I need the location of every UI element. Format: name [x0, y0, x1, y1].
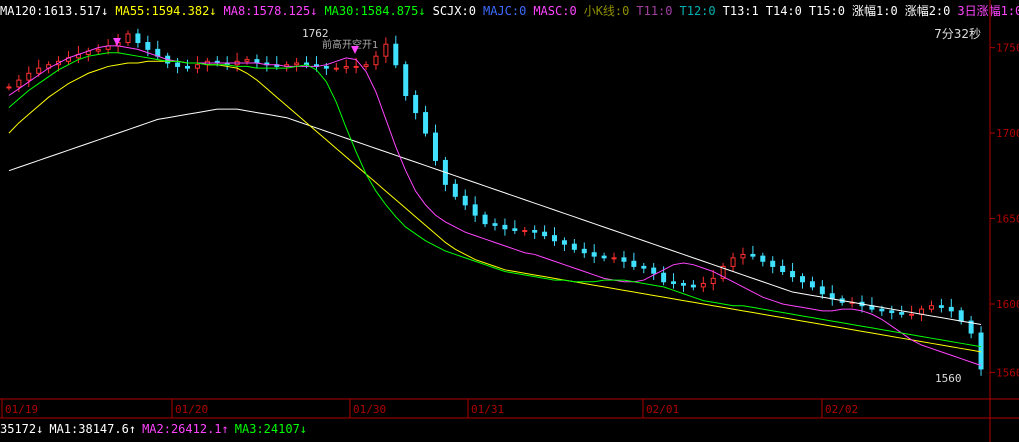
candle-body-14	[145, 42, 151, 50]
candle-body-48	[482, 214, 488, 225]
candle-body-29	[294, 62, 300, 66]
candle-body-66	[661, 272, 667, 283]
candle-body-63	[631, 260, 637, 267]
candle-body-53	[532, 230, 538, 233]
candle-body-71	[710, 277, 716, 284]
candle-body-93	[928, 305, 934, 310]
candle-body-0	[6, 86, 12, 89]
candle-body-35	[353, 65, 359, 68]
candle-body-24	[244, 59, 250, 62]
candle-body-60	[601, 255, 607, 259]
candle-body-64	[641, 265, 647, 269]
candle-body-43	[432, 132, 438, 161]
y-tick-label-3: 1700	[996, 127, 1019, 140]
candle-body-94	[938, 305, 944, 308]
candle-body-19	[194, 64, 200, 69]
candle-body-42	[423, 112, 429, 134]
x-tick-label-3: 01/31	[471, 403, 504, 416]
y-tick-label-2: 1650	[996, 213, 1019, 226]
candle-body-91	[909, 313, 915, 316]
candle-body-39	[393, 43, 399, 66]
candle-body-75	[750, 253, 756, 257]
candle-body-38	[383, 43, 389, 57]
candle-body-32	[323, 65, 329, 69]
peak-marker-right	[351, 46, 359, 54]
candle-body-49	[492, 223, 498, 226]
candle-body-41	[413, 94, 419, 114]
candle-body-83	[829, 293, 835, 300]
candle-body-68	[680, 282, 686, 286]
candle-body-79	[790, 271, 796, 278]
candle-body-62	[621, 257, 627, 262]
volume-item-0: 35172↓	[0, 422, 44, 436]
candle-body-73	[730, 257, 736, 267]
x-tick-label-0: 01/19	[5, 403, 38, 416]
candle-body-45	[452, 183, 458, 197]
y-tick-label-4: 1750	[996, 42, 1019, 55]
candle-body-12	[125, 33, 131, 44]
candle-body-40	[403, 64, 409, 96]
candle-body-92	[919, 308, 925, 315]
candle-body-58	[581, 248, 587, 254]
candle-body-25	[254, 59, 260, 64]
candle-body-2	[26, 72, 32, 81]
candle-body-88	[879, 308, 885, 312]
candle-body-98	[978, 332, 984, 370]
candle-body-54	[542, 231, 548, 237]
candle-body-1	[16, 79, 22, 88]
candle-body-46	[462, 195, 468, 206]
volume-indicator-header: 35172↓ MA1:38147.6↑ MA2:26412.1↑ MA3:24107↓	[0, 421, 313, 437]
y-tick-label-0: 1560	[996, 366, 1019, 379]
candle-body-47	[472, 204, 478, 216]
candle-body-70	[700, 282, 706, 288]
candle-body-61	[611, 257, 617, 260]
x-tick-label-4: 02/01	[646, 403, 679, 416]
candle-body-76	[760, 255, 766, 262]
series-line-ma8	[8, 45, 982, 367]
candle-body-52	[522, 230, 528, 233]
candle-body-13	[135, 33, 141, 44]
kline-chart[interactable]: 1560 1600 1650 1700 1750 01/19 01/20 01/30 01/31…	[0, 0, 1019, 442]
candle-body-69	[690, 284, 696, 288]
candle-body-3	[36, 67, 42, 74]
candle-body-51	[512, 228, 518, 232]
candle-body-57	[571, 243, 577, 250]
candle-body-59	[591, 252, 597, 257]
volume-item-3: MA3:24107↓	[234, 422, 308, 436]
candle-body-81	[809, 281, 815, 288]
candle-body-95	[948, 306, 954, 312]
candle-body-67	[671, 281, 677, 284]
candle-body-34	[343, 65, 349, 69]
volume-item-1: MA1:38147.6↑	[49, 422, 137, 436]
candle-body-96	[958, 310, 964, 322]
candle-body-55	[552, 235, 558, 242]
candle-body-17	[175, 62, 181, 67]
candle-body-78	[780, 265, 786, 273]
candle-body-9	[95, 48, 101, 52]
series-line-ma30	[8, 52, 982, 348]
candle-body-37	[373, 55, 379, 66]
y-axis-panel	[990, 22, 1019, 398]
candle-body-65	[651, 267, 657, 274]
candle-body-18	[185, 65, 191, 69]
x-tick-label-2: 01/30	[353, 403, 386, 416]
y-tick-label-1: 1600	[996, 298, 1019, 311]
candle-body-50	[502, 224, 508, 230]
candle-body-77	[770, 260, 776, 267]
series-line-ma55	[8, 60, 982, 353]
candle-body-33	[333, 67, 339, 70]
candle-body-15	[155, 48, 161, 57]
candle-body-82	[819, 286, 825, 295]
candle-body-80	[799, 276, 805, 283]
candle-body-56	[561, 240, 567, 245]
x-tick-label-5: 02/02	[825, 403, 858, 416]
candle-body-89	[889, 310, 895, 314]
volume-item-2: MA2:26412.1↑	[142, 422, 229, 436]
candle-body-90	[899, 312, 905, 315]
series-line-ma120	[8, 108, 982, 326]
x-tick-label-1: 01/20	[175, 403, 208, 416]
candle-body-36	[363, 64, 369, 67]
candle-body-74	[740, 253, 746, 259]
